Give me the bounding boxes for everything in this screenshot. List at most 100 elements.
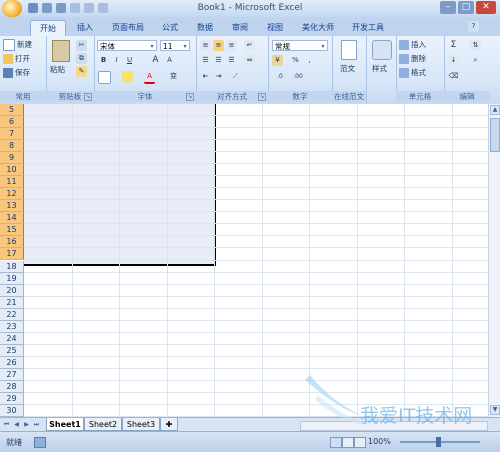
dialog-launcher-icon[interactable]: ↘ (84, 93, 92, 101)
styles-icon[interactable] (372, 40, 392, 60)
sheet-tab-3[interactable]: Sheet3 (122, 418, 160, 431)
clear-icon[interactable]: ⌫ (448, 71, 459, 82)
phonetic-button[interactable]: 变 (168, 71, 179, 82)
delete-cells-button[interactable]: 删除 (399, 53, 426, 64)
scroll-thumb[interactable] (490, 118, 500, 152)
font-name-select[interactable]: 宋体 ▾ (97, 40, 157, 51)
decrease-decimal-button[interactable]: .00 (290, 71, 306, 82)
paste-icon[interactable] (52, 40, 70, 62)
worksheet-grid[interactable]: 5 6 7 8 9 10 11 12 13 14 15 16 17 18 19 20 21 22 23 24 25 26 2… (0, 104, 488, 417)
tab-page-layout[interactable]: 页面布局 (106, 20, 150, 35)
currency-icon[interactable]: ¥ (272, 55, 283, 66)
paste-button[interactable]: 粘贴 (50, 64, 65, 75)
autosum-button[interactable]: Σ (448, 40, 459, 51)
row-header[interactable]: 21 (0, 296, 24, 309)
underline-button[interactable]: U (124, 55, 135, 66)
font-color-button[interactable]: A (144, 71, 155, 84)
row-header[interactable]: 11 (0, 176, 24, 189)
tab-review[interactable]: 审阅 (225, 20, 255, 35)
next-sheet-icon[interactable]: ▶ (22, 420, 31, 430)
first-sheet-icon[interactable]: ⏮ (2, 420, 11, 430)
fill-color-icon[interactable] (122, 71, 133, 82)
tab-insert[interactable]: 插入 (70, 20, 100, 35)
row-header[interactable]: 9 (0, 152, 24, 165)
copy-icon[interactable]: ⧉ (76, 53, 87, 64)
tab-data[interactable]: 数据 (190, 20, 220, 35)
row-header[interactable]: 8 (0, 140, 24, 153)
format-cells-button[interactable]: 格式 (399, 67, 426, 78)
styles-button[interactable]: 样式 (372, 63, 387, 74)
help-icon[interactable]: ? (468, 21, 479, 32)
align-bottom-icon[interactable]: ≡ (226, 40, 237, 51)
increase-indent-icon[interactable]: ⇥ (213, 71, 224, 82)
prev-sheet-icon[interactable]: ◀ (12, 420, 21, 430)
minimize-button[interactable]: – (440, 1, 456, 14)
find-icon[interactable]: ⌕ (470, 55, 481, 66)
fill-icon[interactable]: ↓ (448, 55, 459, 66)
wrap-text-icon[interactable]: ↵ (244, 40, 255, 51)
number-format-select[interactable]: 常规 ▾ (272, 40, 328, 51)
sheet-tab-1[interactable]: Sheet1 (46, 418, 84, 431)
row-header[interactable]: 20 (0, 284, 24, 297)
row-header[interactable]: 30 (0, 404, 24, 417)
row-header[interactable]: 23 (0, 320, 24, 333)
row-header[interactable]: 24 (0, 332, 24, 345)
row-header[interactable]: 28 (0, 380, 24, 393)
shrink-font-button[interactable]: A (164, 55, 175, 66)
row-header[interactable]: 19 (0, 272, 24, 285)
normal-view-icon[interactable] (330, 437, 342, 448)
row-header[interactable]: 29 (0, 392, 24, 405)
italic-button[interactable]: I (111, 55, 122, 66)
row-header[interactable]: 17 (0, 248, 24, 261)
row-header[interactable]: 15 (0, 224, 24, 237)
merge-center-icon[interactable]: ⇔ (244, 55, 255, 66)
new-button[interactable]: 新建 (3, 39, 32, 51)
row-header[interactable]: 7 (0, 128, 24, 141)
insert-cells-button[interactable]: 插入 (399, 39, 426, 50)
row-header[interactable]: 22 (0, 308, 24, 321)
bold-button[interactable]: B (98, 55, 109, 66)
row-header[interactable]: 14 (0, 212, 24, 225)
last-sheet-icon[interactable]: ⏭ (32, 420, 41, 430)
save-file-button[interactable]: 保存 (3, 67, 30, 78)
maximize-button[interactable]: □ (458, 1, 474, 14)
template-icon[interactable] (341, 40, 357, 60)
row-header[interactable]: 12 (0, 188, 24, 201)
tab-beautify[interactable]: 美化大师 (296, 20, 340, 35)
row-header[interactable]: 16 (0, 236, 24, 249)
insert-sheet-icon[interactable]: ✚ (160, 418, 178, 431)
align-center-icon[interactable]: ☰ (213, 55, 224, 66)
border-icon[interactable] (98, 71, 111, 84)
zoom-slider-thumb[interactable] (436, 437, 441, 447)
dialog-launcher-icon[interactable]: ↘ (186, 93, 194, 101)
tab-home[interactable]: 开始 (30, 20, 66, 36)
tab-developer[interactable]: 开发工具 (346, 20, 390, 35)
decrease-indent-icon[interactable]: ⇤ (200, 71, 211, 82)
open-button[interactable]: 打开 (3, 53, 30, 64)
grow-font-button[interactable]: A (150, 55, 161, 66)
align-top-icon[interactable]: ≡ (200, 40, 211, 51)
align-right-icon[interactable]: ☰ (226, 55, 237, 66)
template-button[interactable]: 范文 (340, 63, 355, 74)
vertical-scrollbar[interactable]: ▲ ▼ (488, 104, 500, 417)
sheet-tab-2[interactable]: Sheet2 (84, 418, 122, 431)
close-button[interactable]: ✕ (476, 1, 496, 14)
row-header[interactable]: 13 (0, 200, 24, 213)
align-left-icon[interactable]: ☰ (200, 55, 211, 66)
increase-decimal-button[interactable]: .0 (272, 71, 288, 82)
comma-button[interactable]: , (304, 55, 315, 66)
scroll-up-icon[interactable]: ▲ (490, 105, 500, 115)
tab-view[interactable]: 视图 (260, 20, 290, 35)
row-header[interactable]: 6 (0, 116, 24, 129)
row-header[interactable]: 27 (0, 368, 24, 381)
tab-formulas[interactable]: 公式 (155, 20, 185, 35)
selected-range[interactable] (24, 104, 216, 266)
row-header[interactable]: 10 (0, 164, 24, 177)
font-size-select[interactable]: 11 ▾ (160, 40, 190, 51)
row-header[interactable]: 18 (0, 260, 24, 273)
dialog-launcher-icon[interactable]: ↘ (258, 93, 266, 101)
percent-button[interactable]: % (290, 55, 301, 66)
cut-icon[interactable]: ✂ (76, 40, 87, 51)
orientation-icon[interactable]: ⟋ (230, 71, 241, 82)
scroll-down-icon[interactable]: ▼ (490, 405, 500, 415)
